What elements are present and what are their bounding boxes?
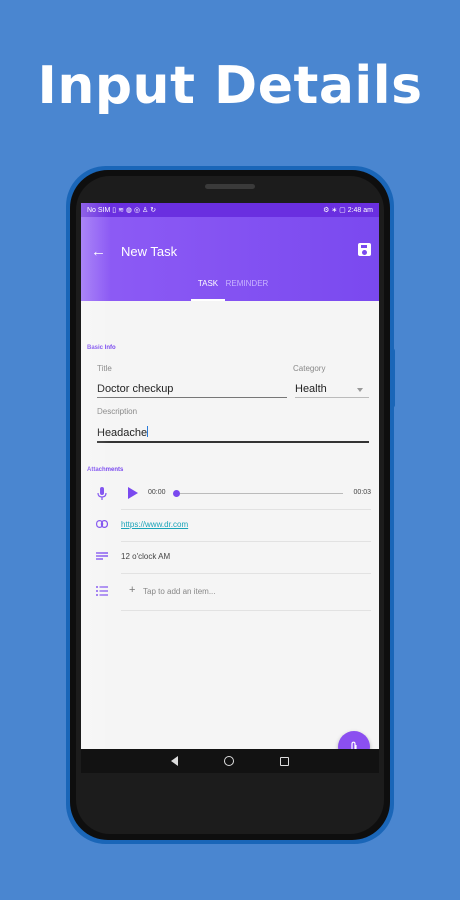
add-item-placeholder[interactable]: Tap to add an item...	[143, 587, 216, 596]
note-text: 12 o'clock AM	[121, 552, 171, 561]
page-title: New Task	[121, 244, 178, 259]
task-form: Basic Info Title Doctor checkup Category…	[81, 301, 379, 773]
nav-recents-icon[interactable]	[280, 756, 289, 766]
description-input[interactable]: Headache	[97, 426, 369, 443]
list-icon	[95, 586, 109, 599]
description-value: Headache	[97, 427, 148, 439]
nav-home-icon[interactable]	[224, 756, 234, 766]
status-right: ⚙ ∗ ▢ 2:48 am	[323, 207, 373, 214]
play-icon[interactable]	[128, 487, 138, 499]
link-icon	[95, 519, 109, 531]
title-label: Title	[97, 364, 112, 373]
description-label: Description	[97, 407, 138, 416]
app-bar: ← New Task TASK REMINDER	[81, 217, 379, 301]
audio-current-time: 00:00	[148, 489, 166, 496]
category-select[interactable]: Health	[295, 383, 369, 398]
audio-attachment: 00:00 00:03	[81, 478, 379, 510]
tab-reminder[interactable]: REMINDER	[225, 269, 269, 301]
link-attachment[interactable]: https://www.dr.com	[81, 510, 379, 542]
checklist-attachment[interactable]: + Tap to add an item...	[81, 577, 379, 611]
status-left: No SIM ▯ ≋ ◍ ◎ ♙ ↻	[87, 207, 157, 214]
note-attachment[interactable]: 12 o'clock AM	[81, 542, 379, 574]
nav-back-icon[interactable]	[171, 756, 178, 766]
attachment-link[interactable]: https://www.dr.com	[121, 520, 188, 529]
microphone-icon	[95, 487, 109, 503]
audio-seek-track[interactable]	[175, 493, 343, 494]
title-input[interactable]: Doctor checkup	[97, 383, 287, 398]
arrow-back-icon[interactable]: ←	[91, 243, 106, 260]
audio-duration: 00:03	[353, 489, 371, 496]
add-icon[interactable]: +	[129, 584, 135, 596]
status-bar: No SIM ▯ ≋ ◍ ◎ ♙ ↻ ⚙ ∗ ▢ 2:48 am	[81, 203, 379, 217]
divider	[121, 610, 371, 611]
save-icon[interactable]	[358, 243, 371, 256]
chevron-down-icon	[357, 388, 363, 392]
tab-task[interactable]: TASK	[191, 269, 225, 301]
category-value: Health	[295, 383, 327, 395]
category-label: Category	[293, 364, 326, 373]
phone-screen: No SIM ▯ ≋ ◍ ◎ ♙ ↻ ⚙ ∗ ▢ 2:48 am ← New T…	[81, 203, 379, 773]
basic-info-heading: Basic Info	[87, 345, 116, 351]
divider	[121, 573, 371, 574]
text-cursor	[147, 426, 149, 437]
attachments-heading: Attachments	[87, 467, 124, 473]
system-nav-bar	[81, 749, 379, 773]
tab-bar: TASK REMINDER	[81, 269, 379, 301]
audio-seek-thumb[interactable]	[173, 490, 180, 497]
notes-icon	[95, 551, 109, 563]
headline: Input Details	[37, 56, 423, 116]
earpiece	[205, 184, 255, 189]
